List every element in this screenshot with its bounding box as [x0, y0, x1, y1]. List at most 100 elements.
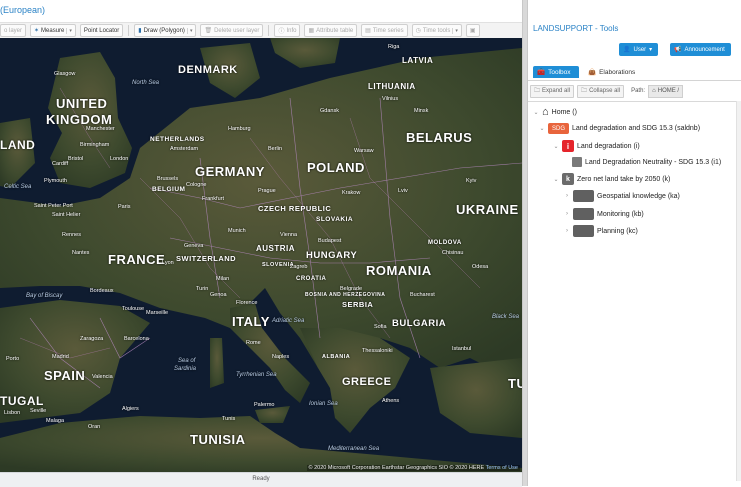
- delete-user-layer-label: Delete user layer: [214, 27, 260, 34]
- city-label: Frankfurt: [202, 196, 225, 202]
- country-label-switzerland: SWITZERLAND: [176, 254, 237, 263]
- tree-scrollbar[interactable]: [736, 101, 741, 481]
- expand-all-button[interactable]: 🗀 Expand all: [530, 84, 575, 98]
- time-tools-label: Time tools: [422, 27, 451, 34]
- point-locator-button[interactable]: Point Locator: [79, 24, 124, 37]
- folder-icon: 🗀: [581, 88, 588, 94]
- map-title: (European): [0, 0, 522, 22]
- add-layer-button[interactable]: o layer: [0, 24, 27, 37]
- sea-label-adriatic-sea: Adriatic Sea: [272, 318, 305, 324]
- city-label: Krakow: [342, 190, 361, 196]
- info-button[interactable]: ⓘ Info: [274, 24, 301, 37]
- country-label-albania: ALBANIA: [322, 354, 351, 360]
- status-text: Ready: [252, 476, 270, 482]
- chevron-down-icon: ▾: [452, 27, 458, 34]
- collapse-all-button[interactable]: 🗀 Collapse all: [577, 84, 625, 98]
- chevron-right-icon[interactable]: ›: [564, 228, 570, 234]
- city-label: Cologne: [186, 182, 207, 188]
- city-label: Riga: [388, 44, 400, 50]
- save-button[interactable]: ▣: [465, 24, 480, 37]
- city-label: Lisbon: [4, 410, 21, 416]
- grid-icon: [573, 208, 594, 220]
- trash-icon: 🗑: [204, 28, 213, 34]
- country-label-netherlands: NETHERLANDS: [150, 136, 205, 143]
- country-label-ireland: LAND: [0, 138, 36, 152]
- tree-node-monitoring[interactable]: › Monitoring (kb): [564, 208, 644, 220]
- country-label-france: FRANCE: [108, 252, 166, 267]
- country-label-croatia: CROATIA: [296, 276, 327, 282]
- time-series-label: Time series: [372, 27, 404, 34]
- country-label-denmark: DENMARK: [178, 64, 238, 76]
- city-label: Turin: [196, 286, 209, 292]
- city-label: Lviv: [398, 188, 408, 194]
- city-label: Geneva: [184, 243, 204, 249]
- tree-node-land-degradation-sdg[interactable]: ⌄ SDG Land degradation and SDG 15.3 (sal…: [539, 123, 700, 134]
- tab-elaborations[interactable]: 👜 Elaborations: [584, 66, 639, 78]
- chevron-down-icon: ▾: [186, 27, 192, 34]
- city-label: Plymouth: [44, 178, 67, 184]
- tree-node-label: Land Degradation Neutrality - SDG 15.3 (…: [585, 158, 722, 166]
- country-label-italy: ITALY: [232, 314, 270, 329]
- tree-node-planning[interactable]: › Planning (kc): [564, 225, 638, 237]
- city-label: Vienna: [280, 232, 298, 238]
- city-label: Prague: [258, 188, 276, 194]
- chevron-down-icon[interactable]: ⌄: [533, 109, 539, 116]
- city-label: Seville: [30, 408, 47, 414]
- time-series-button[interactable]: ▤ Time series: [361, 24, 408, 37]
- city-label: Vilnius: [382, 96, 399, 102]
- country-label-tunisia: TUNISIA: [190, 432, 246, 447]
- country-label-bulgaria: BULGARIA: [392, 318, 447, 329]
- country-label-moldova: MOLDOVA: [428, 240, 462, 246]
- tree-node-ldn[interactable]: Land Degradation Neutrality - SDG 15.3 (…: [572, 157, 721, 167]
- ruler-icon: ✶: [34, 28, 40, 34]
- tab-toolbox[interactable]: 🧰 Toolbox: [533, 66, 579, 78]
- country-label-belarus: BELARUS: [406, 130, 473, 145]
- chevron-right-icon[interactable]: ›: [564, 193, 570, 199]
- chevron-down-icon[interactable]: ⌄: [553, 143, 559, 150]
- city-label: Porto: [6, 356, 20, 362]
- chevron-right-icon[interactable]: ›: [564, 211, 570, 217]
- city-label: Marseille: [146, 310, 169, 316]
- user-button[interactable]: 👤 User ▾: [619, 43, 658, 56]
- sea-label-north-sea: North Sea: [132, 80, 160, 86]
- attribution-text: © 2020 Microsoft Corporation Earthstar G…: [308, 465, 485, 471]
- city-label: Palermo: [254, 402, 275, 408]
- draw-polygon-button[interactable]: ▮ Draw (Polygon) ▾: [134, 24, 197, 37]
- city-label: Tunis: [222, 416, 236, 422]
- time-tools-button[interactable]: ◷ Time tools ▾: [411, 24, 462, 37]
- sea-label-sea-of: Sea of: [178, 358, 196, 364]
- chevron-down-icon[interactable]: ⌄: [539, 125, 545, 132]
- measure-button[interactable]: ✶ Measure ▾: [30, 24, 76, 37]
- path-breadcrumb[interactable]: ⌂ HOME /: [648, 84, 684, 98]
- delete-user-layer-button[interactable]: 🗑 Delete user layer: [200, 24, 264, 37]
- chevron-down-icon[interactable]: ⌄: [553, 176, 559, 183]
- tree-node-home[interactable]: ⌄ ⌂ Home (): [533, 106, 576, 118]
- sdg-icon: SDG: [548, 123, 569, 134]
- tab-toolbox-label: Toolbox: [548, 68, 571, 76]
- tree-node-label: Monitoring (kb): [597, 210, 644, 218]
- announcement-button[interactable]: 📢 Announcement: [670, 43, 731, 56]
- sea-label-sardinia: Sardinia: [174, 366, 197, 372]
- attribute-table-button[interactable]: ▦ Attribute table: [304, 24, 358, 37]
- city-label: Rome: [246, 340, 261, 346]
- tab-elaborations-label: Elaborations: [599, 68, 636, 76]
- tree-node-label: Zero net land take by 2050 (k): [577, 175, 671, 183]
- city-label: Madrid: [52, 354, 69, 360]
- tree-node-geospatial-knowledge[interactable]: › Geospatial knowledge (ka): [564, 190, 680, 202]
- city-label: Brussels: [157, 176, 179, 182]
- city-label: Berlin: [268, 146, 283, 152]
- city-label: Milan: [216, 276, 230, 282]
- tree-node-land-degradation[interactable]: ⌄ i Land degradation (i): [553, 140, 640, 152]
- city-label: Bordeaux: [90, 288, 114, 294]
- tree-node-zero-net-land-take[interactable]: ⌄ k Zero net land take by 2050 (k): [553, 173, 670, 185]
- city-label: Algiers: [122, 406, 139, 412]
- terms-of-use-link[interactable]: Terms of Use: [486, 465, 518, 471]
- map-canvas[interactable]: DENMARK LATVIA LITHUANIA UNITED KINGDOM …: [0, 38, 522, 472]
- country-label-lithuania: LITHUANIA: [368, 82, 416, 91]
- city-label: Hamburg: [228, 126, 251, 132]
- country-label-germany: GERMANY: [195, 164, 265, 179]
- announcement-button-label: Announcement: [684, 46, 725, 53]
- city-label: Saint Helier: [52, 212, 81, 218]
- megaphone-icon: 📢: [674, 47, 682, 53]
- city-label: Cardiff: [52, 161, 69, 167]
